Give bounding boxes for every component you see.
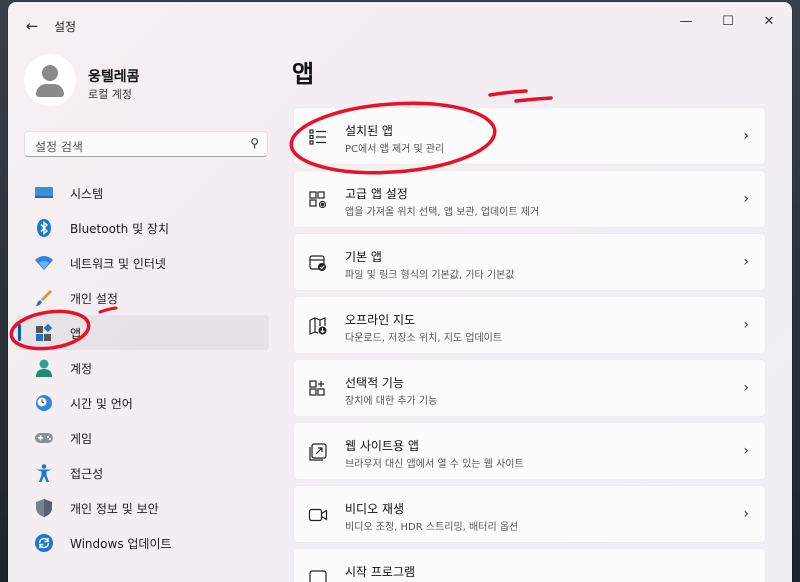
avatar-body-icon <box>36 84 64 97</box>
sidebar-item-label: 시간 및 언어 <box>70 397 133 411</box>
default-apps-icon <box>309 255 326 271</box>
card-title: 시작 프로그램 <box>345 565 416 579</box>
sidebar-item-accessibility[interactable]: 접근성 <box>16 455 269 490</box>
maximize-button[interactable]: ☐ <box>708 10 748 34</box>
apps-icon <box>36 323 53 341</box>
chevron-right-icon: › <box>743 506 749 522</box>
selection-indicator <box>18 324 21 341</box>
window-title: 설정 <box>54 20 77 34</box>
card-title: 오프라인 지도 <box>345 313 416 327</box>
installed-apps-icon <box>309 129 326 145</box>
card-apps-for-websites[interactable]: 웹 사이트용 앱 브라우저 대신 앱에서 열 수 있는 웹 사이트 › <box>293 422 766 480</box>
account-icon <box>36 359 52 377</box>
card-description: PC에서 앱 제거 및 관리 <box>345 144 445 155</box>
sidebar-item-time-language[interactable]: 시간 및 언어 <box>16 385 269 420</box>
system-icon <box>35 187 53 198</box>
card-description: 파일 및 링크 형식의 기본값, 기타 기본값 <box>345 270 515 281</box>
profile-account-type: 로컬 계정 <box>88 88 132 101</box>
search-placeholder: 설정 검색 <box>35 140 83 154</box>
search-input[interactable]: 설정 검색 ⚲ <box>24 131 268 157</box>
settings-window: ← 설정 — ☐ ✕ 웅텔레콤 로컬 계정 설정 검색 ⚲ 시스템 Blueto… <box>8 2 792 582</box>
sidebar-nav: 시스템 Bluetooth 및 장치 네트워크 및 인터넷 개인 설정 앱 계정… <box>16 175 269 560</box>
accessibility-icon <box>36 464 52 482</box>
back-button[interactable]: ← <box>22 16 42 36</box>
update-icon <box>35 534 53 552</box>
clock-globe-icon <box>36 395 52 411</box>
startup-icon <box>309 570 327 582</box>
minimize-button[interactable]: — <box>666 10 706 34</box>
avatar-head-icon <box>42 65 58 81</box>
sidebar-item-accounts[interactable]: 계정 <box>16 350 269 385</box>
sidebar-item-label: 접근성 <box>70 467 104 481</box>
sidebar-item-label: 개인 설정 <box>70 292 118 306</box>
sidebar-item-personalization[interactable]: 개인 설정 <box>16 280 269 315</box>
gamepad-icon <box>35 433 53 443</box>
card-description: 브라우저 대신 앱에서 열 수 있는 웹 사이트 <box>345 459 524 470</box>
card-default-apps[interactable]: 기본 앱 파일 및 링크 형식의 기본값, 기타 기본값 › <box>293 233 766 291</box>
card-optional-features[interactable]: 선택적 기능 장치에 대한 추가 기능 › <box>293 359 766 417</box>
card-title: 웹 사이트용 앱 <box>345 439 419 453</box>
offline-maps-icon <box>309 317 327 335</box>
chevron-right-icon: › <box>743 191 749 207</box>
annotation-stroke-top-2 <box>514 96 553 103</box>
sidebar-item-label: 네트워크 및 인터넷 <box>70 257 166 271</box>
optional-features-icon <box>309 380 325 396</box>
web-apps-icon <box>309 443 327 461</box>
advanced-apps-icon <box>309 191 327 209</box>
card-description: 다운로드, 저장소 위치, 지도 업데이트 <box>345 333 503 344</box>
card-description: 장치에 대한 추가 기능 <box>345 396 438 407</box>
card-advanced-app-settings[interactable]: 고급 앱 설정 앱을 가져올 위치 선택, 앱 보관, 업데이트 제거 › <box>293 170 766 228</box>
sidebar-item-gaming[interactable]: 게임 <box>16 420 269 455</box>
sidebar-item-label: 시스템 <box>70 187 104 201</box>
brush-icon <box>36 290 52 306</box>
avatar <box>24 54 76 106</box>
card-startup[interactable]: 시작 프로그램 <box>293 548 766 582</box>
card-title: 기본 앱 <box>345 250 382 264</box>
video-icon <box>308 508 328 522</box>
chevron-right-icon: › <box>743 317 749 333</box>
sidebar-item-privacy-security[interactable]: 개인 정보 및 보안 <box>16 490 269 525</box>
sidebar-item-label: 개인 정보 및 보안 <box>70 502 159 516</box>
card-video-playback[interactable]: 비디오 재생 비디오 조정, HDR 스트리밍, 배터리 옵션 › <box>293 485 766 543</box>
sidebar-item-network[interactable]: 네트워크 및 인터넷 <box>16 245 269 280</box>
sidebar-item-system[interactable]: 시스템 <box>16 175 269 210</box>
sidebar-item-windows-update[interactable]: Windows 업데이트 <box>16 525 269 560</box>
card-installed-apps[interactable]: 설치된 앱 PC에서 앱 제거 및 관리 › <box>293 107 766 165</box>
user-profile[interactable]: 웅텔레콤 로컬 계정 <box>24 54 264 110</box>
card-offline-maps[interactable]: 오프라인 지도 다운로드, 저장소 위치, 지도 업데이트 › <box>293 296 766 354</box>
profile-name: 웅텔레콤 <box>88 69 140 85</box>
shield-icon <box>36 499 52 517</box>
chevron-right-icon: › <box>743 443 749 459</box>
sidebar-item-label: 게임 <box>70 432 93 446</box>
wifi-icon <box>35 256 53 270</box>
card-title: 비디오 재생 <box>345 502 405 516</box>
bluetooth-icon <box>37 219 51 237</box>
chevron-right-icon: › <box>743 380 749 396</box>
search-icon[interactable]: ⚲ <box>250 136 259 150</box>
annotation-stroke-top-1 <box>488 89 528 97</box>
chevron-right-icon: › <box>743 128 749 144</box>
title-bar: ← 설정 — ☐ ✕ <box>8 2 792 46</box>
sidebar-item-bluetooth[interactable]: Bluetooth 및 장치 <box>16 210 269 245</box>
card-description: 앱을 가져올 위치 선택, 앱 보관, 업데이트 제거 <box>345 207 540 218</box>
sidebar-item-label: Windows 업데이트 <box>70 537 172 551</box>
sidebar-item-label: 앱 <box>70 327 82 341</box>
card-title: 설치된 앱 <box>345 124 393 138</box>
card-description: 비디오 조정, HDR 스트리밍, 배터리 옵션 <box>345 522 519 533</box>
sidebar-item-label: Bluetooth 및 장치 <box>70 222 170 236</box>
close-button[interactable]: ✕ <box>749 10 789 34</box>
sidebar-item-apps[interactable]: 앱 <box>16 315 269 350</box>
card-title: 고급 앱 설정 <box>345 187 408 201</box>
sidebar-item-label: 계정 <box>70 362 93 376</box>
card-title: 선택적 기능 <box>345 376 405 390</box>
settings-cards: 설치된 앱 PC에서 앱 제거 및 관리 › 고급 앱 설정 앱을 가져올 위치… <box>293 107 766 582</box>
chevron-right-icon: › <box>743 254 749 270</box>
page-title: 앱 <box>292 60 315 88</box>
